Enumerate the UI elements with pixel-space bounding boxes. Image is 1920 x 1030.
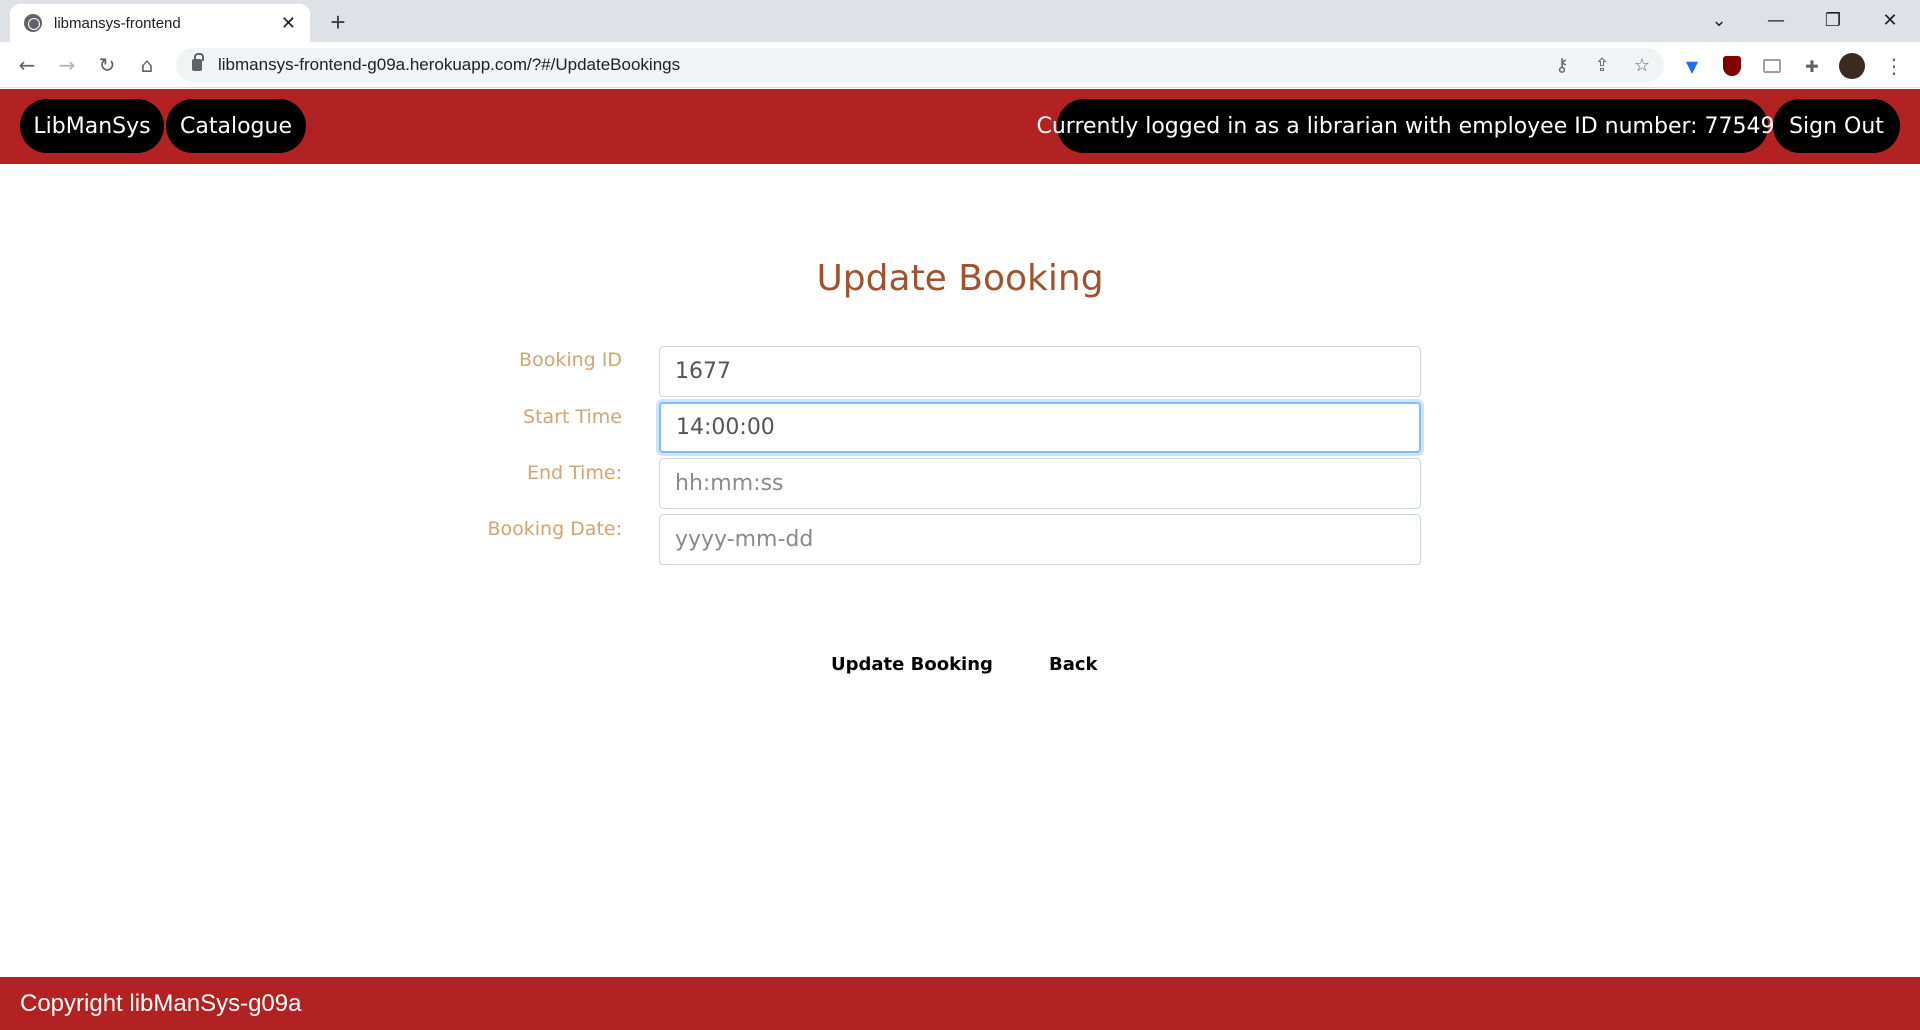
browser-toolbar: ← → ↻ ⌂ libmansys-frontend-g09a.herokuap… [0, 42, 1920, 88]
vivaldi-extension-icon[interactable]: ▼ [1678, 52, 1706, 80]
booking-id-label: Booking ID [519, 349, 622, 371]
cast-icon[interactable] [1758, 52, 1786, 80]
reload-icon[interactable]: ↻ [92, 50, 122, 80]
update-booking-button[interactable]: Update Booking [831, 654, 993, 675]
bookmark-star-icon[interactable]: ☆ [1628, 50, 1656, 80]
start-time-label: Start Time [523, 406, 622, 428]
back-icon[interactable]: ← [12, 50, 42, 80]
browser-tabstrip: libmansys-frontend ✕ + ⌄ — ❐ ✕ [0, 0, 1920, 42]
kebab-menu-icon[interactable]: ⋮ [1880, 52, 1908, 80]
tab-title: libmansys-frontend [54, 14, 181, 32]
minimize-button[interactable]: — [1753, 4, 1799, 36]
sign-out-button[interactable]: Sign Out [1773, 99, 1900, 153]
new-tab-button[interactable]: + [322, 6, 354, 38]
url-text[interactable]: libmansys-frontend-g09a.herokuapp.com/?#… [218, 55, 680, 75]
end-time-label: End Time: [526, 462, 622, 484]
copyright-text: Copyright libManSys-g09a [20, 989, 302, 1017]
close-window-button[interactable]: ✕ [1867, 4, 1913, 36]
back-button[interactable]: Back [1049, 654, 1098, 675]
address-bar[interactable]: libmansys-frontend-g09a.herokuapp.com/?#… [176, 48, 1664, 82]
lock-icon[interactable] [192, 53, 204, 71]
ublock-icon[interactable] [1718, 52, 1746, 80]
start-time-input[interactable] [659, 402, 1421, 453]
maximize-button[interactable]: ❐ [1810, 4, 1856, 36]
browser-tab[interactable]: libmansys-frontend ✕ [10, 4, 310, 42]
globe-icon [24, 14, 42, 32]
profile-avatar[interactable] [1838, 52, 1866, 80]
booking-id-input[interactable] [659, 346, 1421, 397]
footer: Copyright libManSys-g09a [0, 977, 1920, 1030]
page-title: Update Booking [816, 258, 1104, 299]
tab-search-icon[interactable]: ⌄ [1696, 4, 1742, 36]
booking-date-input[interactable] [659, 514, 1421, 565]
puzzle-icon[interactable]: ✚ [1798, 52, 1826, 80]
booking-date-label: Booking Date: [487, 518, 622, 540]
brand-button[interactable]: LibManSys [20, 99, 164, 153]
share-icon[interactable]: ⇪ [1588, 50, 1616, 80]
key-icon[interactable]: ⚷ [1548, 50, 1576, 80]
close-tab-icon[interactable]: ✕ [281, 13, 296, 34]
app-header: LibManSys Catalogue Currently logged in … [0, 89, 1920, 164]
home-icon[interactable]: ⌂ [132, 50, 162, 80]
forward-icon[interactable]: → [52, 50, 82, 80]
end-time-input[interactable] [659, 458, 1421, 509]
login-status: Currently logged in as a librarian with … [1036, 99, 1789, 153]
catalogue-button[interactable]: Catalogue [166, 99, 306, 153]
